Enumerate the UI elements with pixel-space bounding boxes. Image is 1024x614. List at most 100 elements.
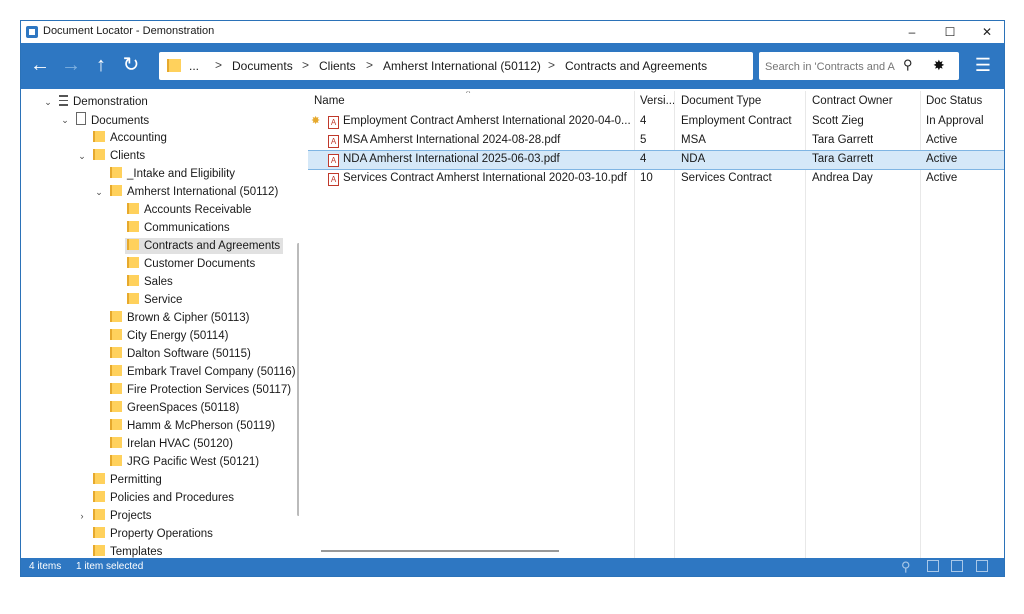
contract-owner-cell: Andrea Day	[812, 172, 873, 184]
folder-tree: ⌄ Demonstration ⌄ Documents Accounting ⌄…	[21, 91, 299, 558]
tree-item-jrg-pacific[interactable]: JRG Pacific West (50121)	[110, 454, 259, 470]
document-type-cell: Services Contract	[681, 172, 772, 184]
tree-item-label: Accounts Receivable	[144, 204, 252, 216]
chevron-down-icon[interactable]: ⌄	[94, 184, 104, 200]
tree-item-customer-documents[interactable]: Customer Documents	[127, 256, 255, 272]
breadcrumb-clients[interactable]: Clients	[319, 59, 356, 73]
tree-item-amherst[interactable]: ⌄ Amherst International (50112)	[94, 184, 278, 200]
pdf-icon: A	[328, 173, 339, 186]
table-row[interactable]: A MSA Amherst International 2024-08-28.pd…	[308, 132, 1004, 150]
column-header-doc-status[interactable]: Doc Status	[926, 95, 982, 107]
preview-search-icon[interactable]: ⚲	[901, 559, 911, 575]
tree-item-property-operations[interactable]: Property Operations	[93, 526, 213, 542]
pdf-icon: A	[328, 116, 339, 129]
gear-icon[interactable]: ✸	[933, 57, 945, 74]
tree-item-communications[interactable]: Communications	[127, 220, 230, 236]
chevron-right-icon: >	[548, 58, 556, 72]
tree-item-greenspaces[interactable]: GreenSpaces (50118)	[110, 400, 239, 416]
refresh-button[interactable]: ↻	[119, 53, 143, 77]
tree-item-policies[interactable]: Policies and Procedures	[93, 490, 234, 506]
breadcrumb-ellipsis[interactable]: ...	[189, 59, 199, 73]
horizontal-scrollbar[interactable]	[321, 550, 559, 552]
tree-item-label: Communications	[144, 222, 230, 234]
contract-owner-cell: Scott Zieg	[812, 115, 864, 127]
tree-item-intake[interactable]: _Intake and Eligibility	[110, 166, 235, 182]
forward-button[interactable]: →	[59, 53, 83, 77]
app-logo-icon	[26, 26, 38, 38]
chevron-right-icon[interactable]: ›	[77, 508, 87, 524]
minimize-button[interactable]: –	[894, 21, 930, 43]
tree-item-clients[interactable]: ⌄ Clients	[77, 148, 145, 164]
chevron-down-icon[interactable]: ⌄	[60, 112, 70, 128]
version-cell: 5	[640, 134, 647, 146]
selection-count: 1 item selected	[76, 561, 144, 572]
maximize-button[interactable]: ☐	[932, 21, 968, 43]
doc-status-cell: In Approval	[926, 115, 984, 127]
column-header-name[interactable]: Name	[314, 95, 345, 107]
tree-item-service[interactable]: Service	[127, 292, 182, 308]
folder-icon	[110, 167, 122, 178]
tree-item-label: Accounting	[110, 132, 167, 144]
column-header-document-type[interactable]: Document Type	[681, 95, 761, 107]
chevron-down-icon[interactable]: ⌄	[77, 148, 87, 164]
tree-item-embark-travel[interactable]: Embark Travel Company (50116)	[110, 364, 296, 380]
tree-item-fire-protection[interactable]: Fire Protection Services (50117)	[110, 382, 291, 398]
item-count: 4 items	[29, 561, 62, 572]
folder-icon	[110, 311, 122, 322]
tree-item-brown-cipher[interactable]: Brown & Cipher (50113)	[110, 310, 250, 326]
tree-item-label: Irelan HVAC (50120)	[127, 438, 233, 450]
document-type-cell: MSA	[681, 134, 706, 146]
version-cell: 4	[640, 153, 647, 165]
breadcrumb-amherst[interactable]: Amherst International (50112)	[383, 59, 541, 73]
back-button[interactable]: ←	[28, 53, 52, 77]
tree-item-label: Amherst International (50112)	[127, 186, 279, 198]
doc-status-cell: Active	[926, 134, 958, 146]
column-header-contract-owner[interactable]: Contract Owner	[812, 95, 893, 107]
preview-pane-icon[interactable]	[927, 560, 939, 572]
tree-item-demonstration[interactable]: ⌄ Demonstration	[43, 94, 148, 110]
tree-item-label: City Energy (50114)	[127, 330, 229, 342]
tree-item-dalton-software[interactable]: Dalton Software (50115)	[110, 346, 251, 362]
tree-item-irelan-hvac[interactable]: Irelan HVAC (50120)	[110, 436, 233, 452]
up-button[interactable]: ↑	[89, 53, 113, 77]
tree-item-label: Hamm & McPherson (50119)	[127, 420, 276, 432]
tree-item-accounting[interactable]: Accounting	[93, 130, 167, 146]
table-row-selected[interactable]: A NDA Amherst International 2025-06-03.pd…	[308, 150, 1004, 170]
tree-item-hamm-mcpherson[interactable]: Hamm & McPherson (50119)	[110, 418, 275, 434]
contract-owner-cell: Tara Garrett	[812, 153, 874, 165]
tree-item-permitting[interactable]: Permitting	[93, 472, 162, 488]
chevron-down-icon[interactable]: ⌄	[43, 94, 53, 110]
breadcrumb-documents[interactable]: Documents	[232, 59, 293, 73]
search-input[interactable]	[763, 57, 903, 77]
table-row[interactable]: ✸ A Employment Contract Amherst Internati…	[308, 113, 1004, 131]
search-icon[interactable]: ⚲	[903, 57, 913, 73]
file-name: MSA Amherst International 2024-08-28.pdf	[343, 134, 561, 146]
breadcrumb[interactable]: ... > Documents > Clients > Amherst Inte…	[159, 52, 753, 80]
pending-star-icon: ✸	[311, 115, 321, 127]
tree-scrollbar[interactable]	[297, 243, 299, 516]
doc-status-cell: Active	[926, 153, 958, 165]
hamburger-menu-icon[interactable]: ☰	[971, 53, 995, 77]
folder-icon	[127, 239, 139, 250]
table-row[interactable]: A Services Contract Amherst International…	[308, 170, 1004, 188]
folder-icon	[127, 293, 139, 304]
tree-item-templates[interactable]: Templates	[93, 544, 162, 558]
status-bar: 4 items 1 item selected ⚲	[21, 558, 1004, 576]
tree-item-sales[interactable]: Sales	[127, 274, 173, 290]
tree-item-city-energy[interactable]: City Energy (50114)	[110, 328, 228, 344]
tree-item-projects[interactable]: › Projects	[77, 508, 152, 524]
tree-item-label: Clients	[110, 150, 146, 162]
app-window: Document Locator - Demonstration – ☐ ✕ ←…	[20, 20, 1005, 577]
details-view-icon[interactable]	[951, 560, 963, 572]
folder-icon	[93, 509, 105, 520]
pdf-icon: A	[328, 135, 339, 148]
tree-item-contracts-agreements[interactable]: Contracts and Agreements	[125, 238, 284, 254]
close-button[interactable]: ✕	[969, 21, 1004, 43]
folder-icon	[93, 527, 105, 538]
column-header-version[interactable]: Versi...	[640, 95, 675, 107]
tree-item-documents[interactable]: ⌄ Documents	[60, 112, 149, 128]
folder-icon	[110, 455, 122, 466]
breadcrumb-contracts[interactable]: Contracts and Agreements	[565, 59, 707, 73]
properties-pane-icon[interactable]	[976, 560, 988, 572]
tree-item-accounts-receivable[interactable]: Accounts Receivable	[127, 202, 251, 218]
